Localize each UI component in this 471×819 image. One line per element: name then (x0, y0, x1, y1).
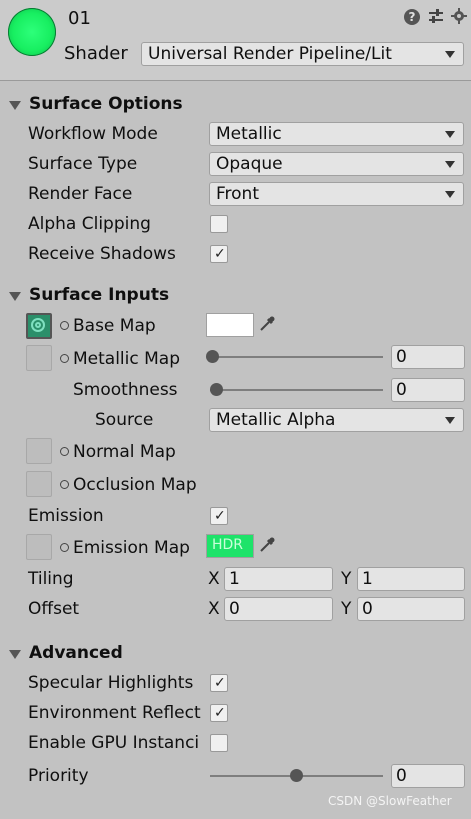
emission-map-texture-slot[interactable] (26, 534, 52, 560)
workflow-mode-dropdown[interactable]: Metallic (209, 122, 464, 146)
checkmark-icon: ✓ (214, 246, 226, 262)
smoothness-value-field[interactable]: 0 (391, 378, 465, 402)
object-picker-icon[interactable] (60, 480, 69, 489)
metallic-value-field[interactable]: 0 (391, 345, 465, 369)
gpu-instancing-checkbox[interactable] (210, 734, 228, 752)
object-picker-icon[interactable] (60, 543, 69, 552)
normal-map-texture-slot[interactable] (26, 438, 52, 464)
render-face-dropdown[interactable]: Front (209, 182, 464, 206)
workflow-mode-label: Workflow Mode (28, 124, 158, 144)
metallic-slider-track[interactable] (210, 356, 383, 358)
surface-type-dropdown[interactable]: Opaque (209, 152, 464, 176)
offset-y-field[interactable]: 0 (357, 597, 465, 621)
shader-dropdown[interactable]: Universal Render Pipeline/Lit (141, 42, 464, 66)
gpu-instancing-label: Enable GPU Instanci (28, 733, 200, 753)
chevron-down-icon (445, 417, 455, 424)
emission-hdr-color-swatch[interactable]: HDR (206, 534, 254, 558)
alpha-clipping-label: Alpha Clipping (28, 214, 151, 234)
texture-thumbnail-inner (35, 322, 41, 328)
shader-value: Universal Render Pipeline/Lit (148, 44, 392, 64)
specular-highlights-checkbox[interactable]: ✓ (210, 674, 228, 692)
object-picker-icon[interactable] (60, 354, 69, 363)
base-map-label: Base Map (73, 316, 156, 336)
smoothness-label: Smoothness (73, 380, 178, 400)
metallic-map-label: Metallic Map (73, 349, 181, 369)
workflow-mode-value: Metallic (216, 124, 282, 144)
help-icon[interactable]: ? (404, 9, 420, 25)
menu-icon[interactable] (451, 8, 467, 24)
chevron-down-icon (445, 131, 455, 138)
environment-reflections-label: Environment Reflect (28, 703, 201, 723)
surface-type-label: Surface Type (28, 154, 138, 174)
metallic-map-texture-slot[interactable] (26, 345, 52, 371)
tiling-x-label: X (208, 569, 220, 589)
header-divider (0, 80, 471, 81)
eyedropper-icon[interactable] (256, 313, 278, 335)
metallic-slider-thumb[interactable] (206, 350, 219, 363)
tiling-x-field[interactable]: 1 (224, 567, 333, 591)
environment-reflections-checkbox[interactable]: ✓ (210, 704, 228, 722)
chevron-down-icon (445, 161, 455, 168)
object-picker-icon[interactable] (60, 321, 69, 330)
shader-label: Shader (64, 43, 128, 64)
hdr-label: HDR (212, 537, 244, 553)
smoothness-slider-thumb[interactable] (210, 383, 223, 396)
chevron-down-icon (445, 191, 455, 198)
tiling-label: Tiling (28, 569, 74, 589)
material-preview-sphere (8, 8, 56, 56)
watermark: CSDN @SlowFeather (328, 794, 452, 808)
foldout-arrow-icon[interactable] (9, 101, 21, 110)
material-name: 01 (68, 8, 91, 29)
render-face-label: Render Face (28, 184, 133, 204)
foldout-arrow-icon[interactable] (9, 292, 21, 301)
presets-icon[interactable] (427, 9, 445, 25)
checkmark-icon: ✓ (214, 705, 226, 721)
occlusion-map-label: Occlusion Map (73, 475, 197, 495)
chevron-down-icon (445, 51, 455, 58)
receive-shadows-label: Receive Shadows (28, 244, 176, 264)
emission-map-label: Emission Map (73, 538, 190, 558)
priority-label: Priority (28, 766, 89, 786)
foldout-arrow-icon[interactable] (9, 650, 21, 659)
render-face-value: Front (216, 184, 259, 204)
source-value: Metallic Alpha (216, 410, 336, 430)
normal-map-label: Normal Map (73, 442, 176, 462)
offset-label: Offset (28, 599, 80, 619)
priority-value-field[interactable]: 0 (391, 764, 465, 788)
eyedropper-icon[interactable] (256, 534, 278, 556)
specular-highlights-label: Specular Highlights (28, 673, 194, 693)
surface-type-value: Opaque (216, 154, 283, 174)
tiling-y-field[interactable]: 1 (357, 567, 465, 591)
emission-label: Emission (28, 506, 104, 526)
priority-slider-thumb[interactable] (290, 769, 303, 782)
occlusion-map-texture-slot[interactable] (26, 471, 52, 497)
advanced-foldout[interactable]: Advanced (29, 643, 123, 663)
emission-checkbox[interactable]: ✓ (210, 507, 228, 525)
surface-inputs-foldout[interactable]: Surface Inputs (29, 285, 169, 305)
object-picker-icon[interactable] (60, 447, 69, 456)
offset-x-field[interactable]: 0 (224, 597, 333, 621)
source-dropdown[interactable]: Metallic Alpha (209, 408, 464, 432)
source-label: Source (95, 410, 154, 430)
checkmark-icon: ✓ (214, 508, 226, 524)
smoothness-slider-track[interactable] (210, 389, 383, 391)
alpha-clipping-checkbox[interactable] (210, 215, 228, 233)
base-map-color-swatch[interactable] (206, 313, 254, 337)
receive-shadows-checkbox[interactable]: ✓ (210, 245, 228, 263)
offset-x-label: X (208, 599, 220, 619)
checkmark-icon: ✓ (214, 675, 226, 691)
tiling-y-label: Y (341, 569, 352, 589)
offset-y-label: Y (341, 599, 352, 619)
base-map-texture-slot[interactable] (26, 313, 52, 339)
surface-options-foldout[interactable]: Surface Options (29, 94, 183, 114)
